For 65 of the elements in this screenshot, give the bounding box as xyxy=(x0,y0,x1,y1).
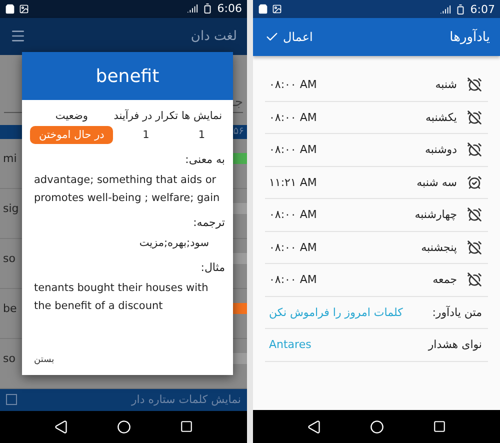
word-count: ۵۶ xyxy=(233,126,244,138)
back-button[interactable] xyxy=(54,420,68,434)
alarm-time: ۱۱:۲۱ AM xyxy=(269,176,317,189)
alarm-time: ۰۸:۰۰ AM xyxy=(269,240,317,254)
signal-icon xyxy=(440,4,452,14)
status-time: 6:07 xyxy=(470,2,495,16)
stat-label: تکرار در فرآیند xyxy=(114,110,178,122)
word-text: mi xyxy=(3,152,17,165)
day-label: دوشنبه xyxy=(425,143,457,156)
day-label: شنبه xyxy=(435,78,457,92)
battery-icon xyxy=(202,3,214,14)
stat-value: 1 xyxy=(142,129,150,141)
day-label: پنجشنبه xyxy=(421,240,457,254)
alarm-off-icon[interactable] xyxy=(467,77,482,92)
word-text: so xyxy=(3,352,16,365)
signal-icon xyxy=(187,3,198,14)
stat-label: نمایش ها xyxy=(181,110,222,122)
alarm-on-icon[interactable] xyxy=(467,174,482,190)
day-label: جمعه xyxy=(432,273,457,286)
home-button[interactable] xyxy=(370,420,384,434)
alarm-off-icon[interactable] xyxy=(467,110,482,125)
starred-label: نمایش کلمات ستاره دار xyxy=(131,393,241,406)
image-icon xyxy=(19,4,29,14)
alarm-off-icon[interactable] xyxy=(467,142,482,158)
section-text: سود;بهره;مزیت xyxy=(138,236,210,251)
section-text: advantage; something that aids or promotes well-being ; welfare; gain xyxy=(33,173,221,206)
notification-icon xyxy=(5,4,15,14)
image-icon xyxy=(272,4,282,14)
battery-icon xyxy=(455,4,466,14)
stat-value: 1 xyxy=(198,129,206,141)
close-button[interactable]: بستن xyxy=(30,353,58,367)
section-label: ترجمه: xyxy=(192,216,225,229)
setting-label: نوای هشدار xyxy=(428,338,482,352)
notification-icon xyxy=(258,4,268,14)
alarm-time: ۰۸:۰۰ AM xyxy=(269,143,317,156)
alarm-time: ۰۸:۰۰ AM xyxy=(269,273,317,286)
section-label: به معنی: xyxy=(184,153,225,166)
status-badge: در حال اموختن xyxy=(30,126,114,144)
alarm-off-icon[interactable] xyxy=(467,207,482,222)
alarm-off-icon[interactable] xyxy=(467,272,482,288)
status-time: 6:06 xyxy=(217,2,242,16)
recents-button[interactable] xyxy=(432,420,446,433)
alarm-time: ۰۸:۰۰ AM xyxy=(269,110,317,124)
day-label: یکشنبه xyxy=(426,110,457,124)
setting-label: متن یادآور: xyxy=(432,306,482,319)
word-text: sig xyxy=(3,202,19,215)
word-text: so xyxy=(3,252,16,265)
word-text: be xyxy=(3,302,17,315)
home-button[interactable] xyxy=(116,420,131,434)
alarm-time: ۰۸:۰۰ AM xyxy=(269,78,317,92)
stat-label: وضعیت xyxy=(55,110,88,122)
screen-title: یادآورها xyxy=(450,30,490,44)
app-title: لغت دان xyxy=(190,28,237,44)
starred-checkbox[interactable] xyxy=(6,394,17,406)
recents-button[interactable] xyxy=(180,420,193,434)
section-text: tenants bought their houses with the benefit of a discount xyxy=(33,281,210,314)
dialog-title: benefit xyxy=(96,66,160,86)
section-label: مثال: xyxy=(200,261,225,274)
apply-button[interactable]: اعمال xyxy=(263,28,315,46)
back-button[interactable] xyxy=(307,420,322,434)
day-label: سه شنبه xyxy=(416,176,457,189)
day-label: چهارشنبه xyxy=(414,208,457,222)
alarm-time: ۰۸:۰۰ AM xyxy=(269,208,317,222)
menu-button[interactable] xyxy=(10,28,26,44)
alarm-off-icon[interactable] xyxy=(467,240,482,255)
